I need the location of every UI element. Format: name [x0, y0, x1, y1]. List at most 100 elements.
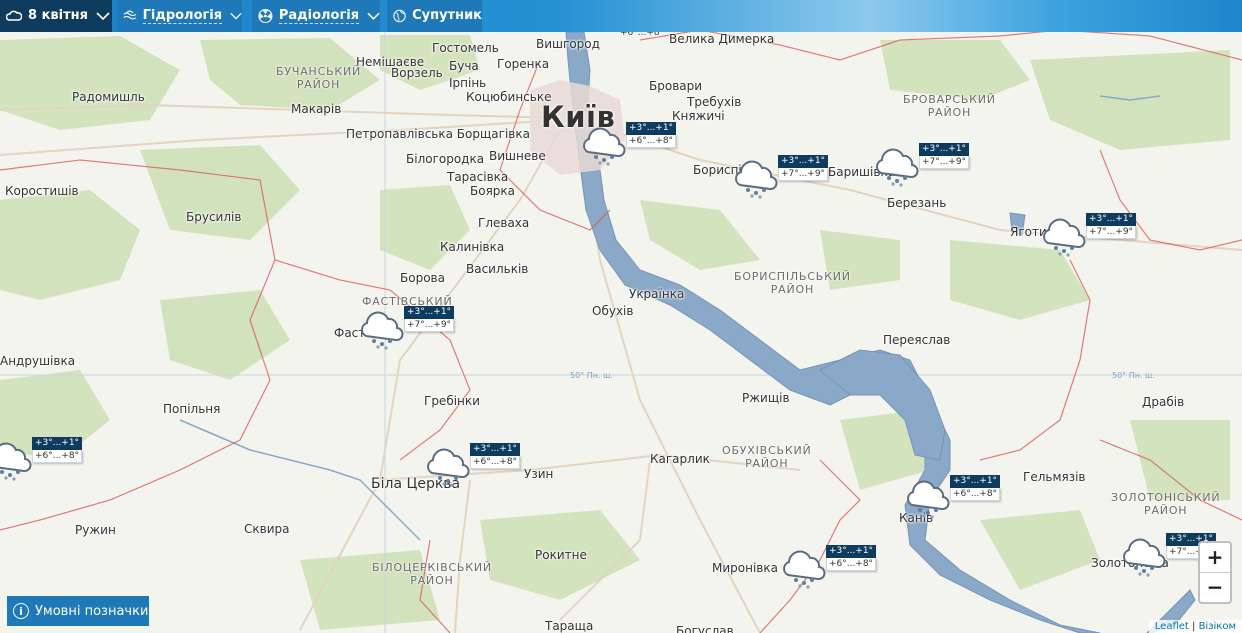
temperature-box: +3°...+1° +7°...+9° [1086, 213, 1136, 239]
rain-cloud-icon [732, 157, 778, 203]
day-temperature: +6°...+8° [626, 135, 676, 148]
date-selector[interactable]: 8 квітня [0, 0, 112, 32]
weather-forecast-marker[interactable]: +3°...+1° +6°...+8° [424, 443, 520, 493]
city-label: Радомишль [72, 90, 145, 104]
city-label: Брусилів [186, 210, 242, 224]
city-label: Боярка [470, 184, 516, 198]
city-label: Макарів [291, 102, 342, 116]
rain-cloud-icon [0, 439, 32, 485]
radiology-menu[interactable]: Радіологія [252, 0, 380, 32]
globe-icon [393, 9, 406, 23]
night-temperature: +3°...+1° [470, 443, 520, 456]
city-label: Борова [400, 271, 445, 285]
region-label: ОБУХІВСЬКИЙ РАЙОН [722, 444, 812, 470]
city-label: Ржищів [742, 391, 790, 405]
zoom-out-button[interactable]: − [1200, 573, 1230, 602]
night-temperature: +3°...+1° [826, 545, 876, 558]
rain-cloud-icon [904, 477, 950, 523]
temperature-box: +3°...+1° +7°...+9° [919, 143, 969, 169]
map-canvas[interactable]: Київ Вишгород Гостомель Немішаєве Ворзель Буч… [0, 0, 1242, 633]
region-label: БРОВАРСЬКИЙ РАЙОН [903, 93, 996, 119]
city-label: Княжичі [672, 109, 725, 123]
legend-label: Умовні позначки [35, 603, 149, 619]
rain-cloud-icon [424, 445, 470, 491]
city-label: Березань [887, 196, 947, 210]
city-label: Коцюбинське [466, 90, 552, 104]
provider-link[interactable]: Візіком [1199, 621, 1236, 632]
chevron-down-icon [96, 12, 110, 20]
night-temperature: +3°...+1° [626, 122, 676, 135]
map-attribution: Leaflet | Візіком [1148, 620, 1242, 633]
city-label: Рокитне [535, 548, 587, 562]
day-temperature: +7°...+9° [919, 156, 969, 169]
city-label: Гребінки [424, 394, 480, 408]
city-label: Бровари [649, 79, 703, 93]
weather-forecast-marker[interactable]: +3°...+1° +7°...+9° [1040, 213, 1136, 263]
radiation-icon [258, 8, 273, 24]
city-label: Велика Димерка [669, 32, 775, 46]
latitude-label: 50° Пн. ш. [570, 371, 613, 380]
city-label: Переяслав [883, 333, 951, 347]
city-label: Горенка [497, 57, 550, 71]
city-label: Сквира [244, 522, 290, 536]
weather-forecast-marker[interactable]: +3°...+1° +6°...+8° [0, 437, 82, 487]
attribution-separator: | [1188, 621, 1199, 632]
satellite-label: Супутник [412, 8, 482, 23]
city-label: Українка [629, 287, 685, 301]
city-label: Ружин [75, 523, 116, 537]
weather-forecast-marker[interactable]: +3°...+1° +6°...+8° [580, 122, 676, 172]
zoom-in-button[interactable]: + [1200, 543, 1230, 573]
temperature-box: +3°...+1° +6°...+8° [626, 122, 676, 148]
legend-button[interactable]: i Умовні позначки [7, 596, 149, 626]
weather-forecast-marker[interactable]: +3°...+1° +7°...+9° [873, 143, 969, 193]
temperature-box: +3°...+1° +6°...+8° [32, 437, 82, 463]
weather-forecast-marker[interactable]: +3°...+1° +7°...+9° [358, 306, 454, 356]
rain-cloud-icon [580, 124, 626, 170]
region-label: БУЧАНСЬКИЙ РАЙОН [276, 65, 362, 91]
night-temperature: +3°...+1° [919, 143, 969, 156]
city-label: Ворзель [391, 66, 443, 80]
city-label: Миронівка [712, 561, 778, 575]
hydrology-menu[interactable]: Гідрологія [117, 0, 242, 32]
date-label: 8 квітня [28, 8, 88, 23]
hydrology-label: Гідрологія [142, 7, 223, 24]
weather-forecast-marker[interactable]: +3°...+1° +6°...+8° [904, 475, 1000, 525]
city-label: Глеваха [478, 216, 530, 230]
zoom-control: + − [1198, 541, 1232, 604]
night-temperature: +3°...+1° [778, 155, 828, 168]
city-label: Калинівка [440, 240, 505, 254]
city-label: Требухів [687, 95, 742, 109]
city-label: Гельмязів [1023, 470, 1086, 484]
city-label: Драбів [1142, 395, 1185, 409]
city-label: Обухів [592, 304, 634, 318]
city-label: Вишневе [489, 149, 546, 163]
day-temperature: +7°...+9° [778, 168, 828, 181]
city-label: Ірпінь [449, 76, 487, 90]
city-label: Кагарлик [650, 452, 710, 466]
temperature-box: +3°...+1° +7°...+9° [404, 306, 454, 332]
latitude-label: 50° Пн. ш. [1112, 371, 1155, 380]
city-label: Буча [449, 59, 479, 73]
region-label: ЗОЛОТОНІСЬКИЙ РАЙОН [1111, 491, 1221, 517]
rain-cloud-icon [358, 308, 404, 354]
rain-cloud-icon [1120, 535, 1166, 581]
region-label: БОРИСПІЛЬСЬКИЙ РАЙОН [734, 270, 851, 296]
city-label: Узин [524, 467, 554, 481]
temperature-box: +3°...+1° +6°...+8° [470, 443, 520, 469]
weather-forecast-marker[interactable]: +3°...+1° +7°...+9° [732, 155, 828, 205]
radiology-label: Радіологія [278, 7, 360, 24]
leaflet-link[interactable]: Leaflet [1155, 621, 1189, 632]
city-label: Андрушівка [0, 354, 76, 368]
info-icon: i [13, 603, 29, 619]
city-label: Білогородка [406, 152, 485, 166]
weather-forecast-marker[interactable]: +3°...+1° +6°...+8° [780, 545, 876, 595]
city-label: Коростишів [5, 184, 79, 198]
night-temperature: +3°...+1° [950, 475, 1000, 488]
satellite-button[interactable]: Супутник [387, 0, 482, 32]
chevron-down-icon [367, 12, 380, 20]
city-label: Гостомель [432, 41, 499, 55]
city-label: Тарасівка [447, 170, 509, 184]
city-label: Васильків [466, 262, 529, 276]
temperature-box: +3°...+1° +6°...+8° [826, 545, 876, 571]
city-label: Тараща [545, 619, 594, 633]
